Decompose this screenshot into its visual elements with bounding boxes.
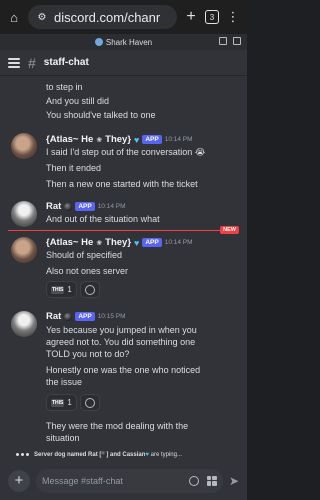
message-line: And you still did — [46, 96, 110, 106]
app-badge: APP — [142, 135, 162, 144]
browser-toolbar: ⌂ ⚙ discord.com/chanr + 3 ⋮ — [0, 0, 247, 34]
message-line: Should of specified — [46, 250, 123, 260]
author-name-suffix[interactable]: They} — [105, 237, 131, 248]
typing-indicator: Server dog named Rat [] and Cassian♥ are… — [0, 447, 247, 461]
typing-text: Server dog named Rat [] and Cassian♥ are… — [34, 450, 182, 458]
message-input-wrapper — [36, 468, 223, 493]
message-input[interactable] — [42, 475, 181, 486]
send-icon[interactable]: ➤ — [229, 474, 239, 488]
typing-dots-icon — [16, 452, 29, 456]
new-tab-icon[interactable]: + — [183, 8, 199, 25]
author-name[interactable]: Rat — [46, 201, 61, 212]
reaction-count: 1 — [67, 285, 72, 294]
message-header: Rat APP 10:15 PM — [46, 311, 126, 322]
author-name[interactable]: {Atlas~ He — [46, 134, 93, 145]
hash-icon: # — [28, 54, 36, 71]
reaction-this[interactable]: THIS 1 — [46, 281, 77, 298]
typing-text-part: Server dog named Rat [ — [34, 451, 102, 458]
flower-icon: ❀ — [96, 136, 103, 144]
message-line: to step in — [46, 82, 83, 92]
reaction-this[interactable]: THIS 1 — [46, 394, 77, 411]
typing-text-part: are typing... — [148, 451, 182, 458]
message-line: Also not ones server — [46, 266, 129, 276]
message-line: And out of the situation what — [46, 214, 160, 224]
crying-emoji-icon: 😭 — [194, 147, 206, 157]
message-line: TOLD you not to do? — [46, 349, 130, 359]
typing-text-part: ] and Cassian — [106, 451, 146, 458]
server-strip: Shark Haven — [0, 34, 247, 50]
message-header: Rat APP 10:14 PM — [46, 201, 126, 212]
message-header: {Atlas~ He ❀ They} ♥ APP 10:14 PM — [46, 237, 193, 248]
site-settings-icon[interactable]: ⚙ — [34, 9, 50, 25]
avatar[interactable] — [11, 311, 37, 337]
app-badge: APP — [75, 312, 95, 321]
message-line: the issue — [46, 377, 83, 387]
inbox-icon[interactable] — [219, 37, 227, 45]
menu-icon[interactable] — [8, 57, 20, 68]
message-header: {Atlas~ He ❀ They} ♥ APP 10:14 PM — [46, 134, 193, 145]
author-name[interactable]: Rat — [46, 311, 61, 322]
server-name: Shark Haven — [105, 37, 153, 47]
message-line: Then a new one started with the ticket — [46, 179, 198, 189]
message-text: I said I'd step out of the conversation — [46, 147, 193, 157]
message-line: Yes because you jumped in when you — [46, 325, 197, 335]
attach-button[interactable]: + — [8, 469, 30, 492]
emoji-picker-icon[interactable] — [188, 475, 199, 486]
message-line: Then it ended — [46, 163, 102, 173]
message-line: You should've talked to one — [46, 110, 156, 120]
message-line: I said I'd step out of the conversation … — [46, 147, 241, 158]
channel-header: # staff-chat — [0, 50, 247, 76]
timestamp: 10:14 PM — [164, 136, 193, 143]
add-reaction-button[interactable] — [80, 394, 100, 411]
timestamp: 10:15 PM — [97, 313, 126, 320]
this-emoji-icon: THIS — [51, 398, 65, 407]
more-menu-icon[interactable]: ⋮ — [225, 9, 241, 25]
composer: + ➤ — [0, 461, 247, 500]
server-icon — [94, 38, 103, 46]
rat-emoji-icon — [64, 202, 73, 211]
author-name[interactable]: {Atlas~ He — [46, 237, 93, 248]
blue-heart-icon: ♥ — [134, 237, 140, 248]
timestamp: 10:14 PM — [164, 239, 193, 246]
apps-icon[interactable] — [206, 475, 217, 486]
add-reaction-icon — [85, 284, 95, 295]
channel-title[interactable]: staff-chat — [44, 57, 89, 68]
home-icon[interactable]: ⌂ — [6, 9, 22, 25]
message-list[interactable]: to step in And you still did You should'… — [0, 76, 247, 447]
this-emoji-icon: THIS — [51, 285, 65, 294]
message-line: They were the mod dealing with the — [46, 421, 189, 431]
add-reaction-button[interactable] — [80, 281, 100, 298]
address-bar[interactable]: ⚙ discord.com/chanr — [28, 5, 177, 29]
url-text: discord.com/chanr — [54, 9, 161, 25]
avatar[interactable] — [11, 237, 37, 263]
add-reaction-icon — [85, 397, 95, 408]
tab-switcher-button[interactable]: 3 — [205, 10, 219, 24]
new-badge: NEW — [220, 226, 239, 234]
author-name-suffix[interactable]: They} — [105, 134, 131, 145]
blue-heart-icon: ♥ — [134, 134, 140, 145]
message-line: situation — [46, 433, 80, 443]
new-messages-divider — [8, 230, 239, 231]
message-line: agreed not to. You did something one — [46, 337, 196, 347]
message-line: Honestly one was the one who noticed — [46, 365, 201, 375]
app-badge: APP — [142, 238, 162, 247]
flower-icon: ❀ — [96, 239, 103, 247]
avatar[interactable] — [11, 201, 37, 227]
avatar[interactable] — [11, 133, 37, 159]
reaction-count: 1 — [67, 398, 72, 407]
rat-emoji-icon — [64, 312, 73, 321]
app-badge: APP — [75, 202, 95, 211]
help-icon[interactable] — [233, 37, 241, 45]
timestamp: 10:14 PM — [97, 203, 126, 210]
